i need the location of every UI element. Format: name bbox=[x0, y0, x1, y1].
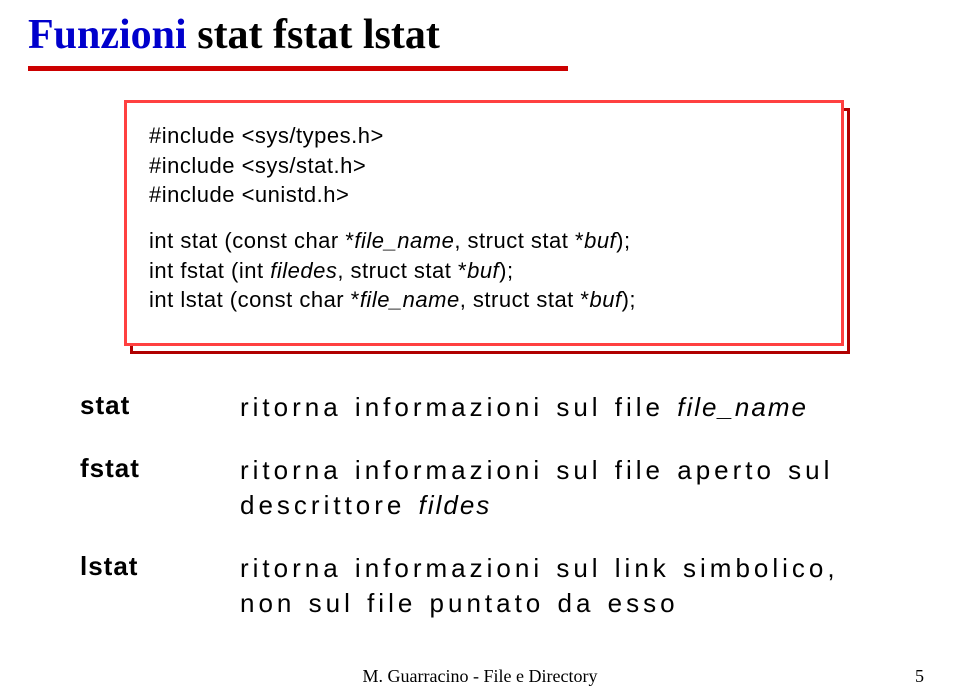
footer: M. Guarracino - File e Directory bbox=[0, 666, 960, 687]
code-lstat: int lstat (const char *file_name, struct… bbox=[149, 285, 819, 315]
def-fstat: fstat ritorna informazioni sul file aper… bbox=[80, 453, 900, 523]
code-include-1: #include <sys/types.h> bbox=[149, 121, 819, 151]
title-part1: Funzioni bbox=[28, 12, 187, 58]
def-stat-term: stat bbox=[80, 390, 240, 421]
def-lstat-term: lstat bbox=[80, 551, 240, 582]
codebox: #include <sys/types.h> #include <sys/sta… bbox=[124, 100, 844, 346]
title-underline bbox=[28, 66, 568, 71]
def-fstat-term: fstat bbox=[80, 453, 240, 484]
slide: Funzioni stat fstat lstat #include <sys/… bbox=[0, 0, 960, 697]
definitions: stat ritorna informazioni sul file file_… bbox=[80, 390, 900, 649]
slide-title: Funzioni stat fstat lstat bbox=[28, 12, 932, 58]
page-number: 5 bbox=[915, 666, 924, 687]
code-fstat: int fstat (int filedes, struct stat *buf… bbox=[149, 256, 819, 286]
title-part2: stat fstat lstat bbox=[197, 12, 440, 58]
def-stat-desc: ritorna informazioni sul file file_name bbox=[240, 390, 900, 425]
code-include-3: #include <unistd.h> bbox=[149, 180, 819, 210]
code-stat: int stat (const char *file_name, struct … bbox=[149, 226, 819, 256]
code-include-2: #include <sys/stat.h> bbox=[149, 151, 819, 181]
def-lstat-desc: ritorna informazioni sul link simbolico,… bbox=[240, 551, 900, 621]
def-fstat-desc: ritorna informazioni sul file aperto sul… bbox=[240, 453, 900, 523]
def-stat: stat ritorna informazioni sul file file_… bbox=[80, 390, 900, 425]
def-lstat: lstat ritorna informazioni sul link simb… bbox=[80, 551, 900, 621]
